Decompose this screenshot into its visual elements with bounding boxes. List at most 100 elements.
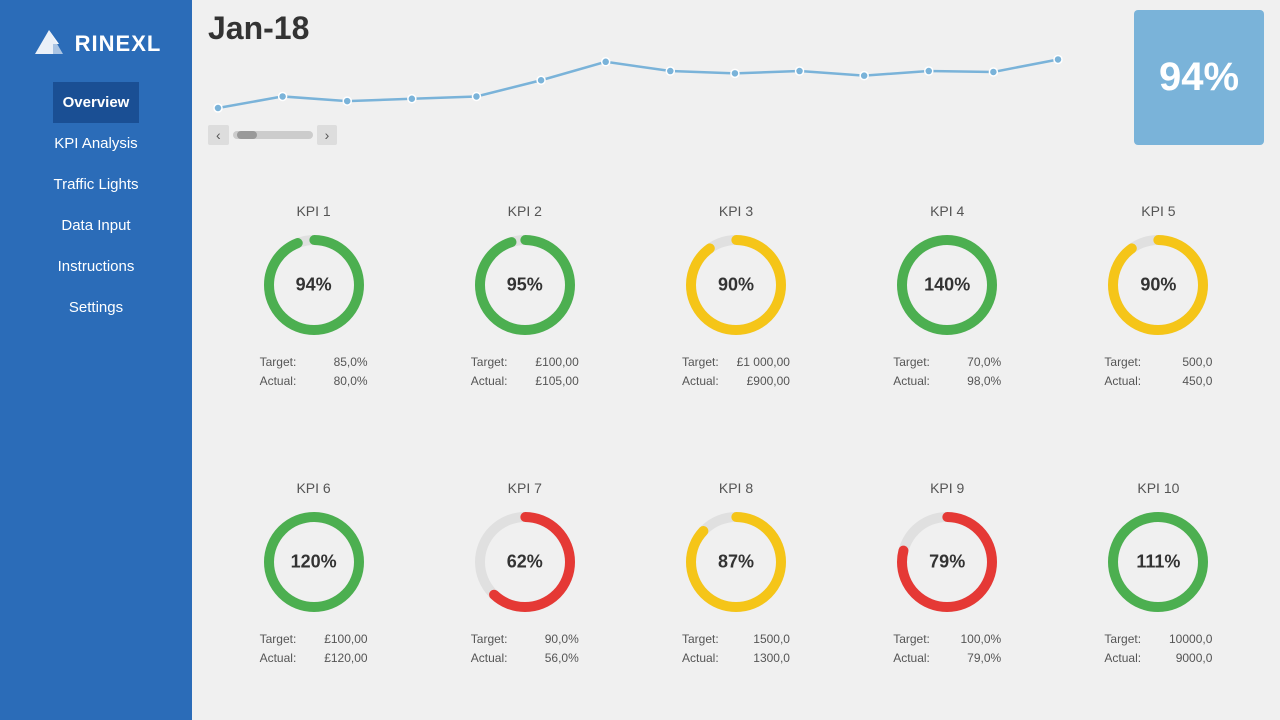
actual-label: Actual: [471, 649, 519, 668]
donut-kpi8: 87% [676, 502, 796, 622]
kpi-stats-kpi5: Target:500,0 Actual:450,0 [1104, 353, 1212, 391]
kpi-card-kpi1: KPI 1 94% Target:85,0% Actual:80,0% [208, 159, 419, 436]
kpi-title-kpi4: KPI 4 [930, 203, 964, 219]
slider-track[interactable] [233, 131, 313, 139]
kpi-stats-kpi8: Target:1500,0 Actual:1300,0 [682, 630, 790, 668]
target-value: 100,0% [941, 630, 1001, 649]
actual-label: Actual: [471, 372, 519, 391]
target-label: Target: [682, 353, 730, 372]
target-label: Target: [471, 353, 519, 372]
kpi-title-kpi2: KPI 2 [508, 203, 542, 219]
kpi-stats-kpi1: Target:85,0% Actual:80,0% [260, 353, 368, 391]
donut-kpi5: 90% [1098, 225, 1218, 345]
actual-value: £105,00 [519, 372, 579, 391]
overall-percent-box: 94% [1134, 10, 1264, 145]
target-value: 10000,0 [1152, 630, 1212, 649]
target-value: 90,0% [519, 630, 579, 649]
donut-kpi6: 120% [254, 502, 374, 622]
actual-value: 9000,0 [1152, 649, 1212, 668]
prev-button[interactable]: ‹ [208, 125, 229, 145]
donut-kpi4: 140% [887, 225, 1007, 345]
actual-value: 1300,0 [730, 649, 790, 668]
month-title: Jan-18 [208, 10, 1118, 47]
sidebar-item-traffic-lights[interactable]: Traffic Lights [53, 164, 138, 205]
donut-label-kpi10: 111% [1136, 551, 1180, 572]
target-value: £100,00 [308, 630, 368, 649]
sidebar-item-data-input[interactable]: Data Input [53, 205, 138, 246]
kpi-stats-kpi2: Target:£100,00 Actual:£105,00 [471, 353, 579, 391]
kpi-card-kpi8: KPI 887%Target:1500,0 Actual:1300,0 [630, 436, 841, 713]
donut-kpi3: 90% [676, 225, 796, 345]
target-value: £100,00 [519, 353, 579, 372]
next-button[interactable]: › [317, 125, 338, 145]
kpi-stats-kpi4: Target:70,0% Actual:98,0% [893, 353, 1001, 391]
target-value: 70,0% [941, 353, 1001, 372]
kpi-grid: KPI 194%Target:85,0% Actual:80,0%KPI 295… [192, 151, 1280, 720]
sidebar-item-instructions[interactable]: Instructions [53, 246, 138, 287]
line-chart-svg [208, 51, 1068, 116]
target-value: 1500,0 [730, 630, 790, 649]
kpi-card-kpi3: KPI 3 90% Target:£1 000,00 Actual:£900,00 [630, 159, 841, 436]
target-label: Target: [471, 630, 519, 649]
actual-label: Actual: [682, 372, 730, 391]
donut-label-kpi5: 90% [1140, 275, 1176, 296]
nav-items: OverviewKPI AnalysisTraffic LightsData I… [53, 82, 138, 328]
kpi-title-kpi5: KPI 5 [1141, 203, 1175, 219]
target-label: Target: [260, 353, 308, 372]
actual-label: Actual: [1104, 649, 1152, 668]
target-value: 85,0% [308, 353, 368, 372]
logo-area: RINEXL [21, 10, 172, 82]
overall-percent-label: 94% [1159, 55, 1239, 100]
target-label: Target: [893, 630, 941, 649]
kpi-stats-kpi6: Target:£100,00 Actual:£120,00 [260, 630, 368, 668]
logo-icon [31, 26, 67, 62]
sidebar: RINEXL OverviewKPI AnalysisTraffic Light… [0, 0, 192, 720]
kpi-card-kpi9: KPI 979%Target:100,0% Actual:79,0% [842, 436, 1053, 713]
target-label: Target: [1104, 630, 1152, 649]
kpi-title-kpi3: KPI 3 [719, 203, 753, 219]
donut-kpi9: 79% [887, 502, 1007, 622]
slider-thumb[interactable] [237, 131, 257, 139]
actual-label: Actual: [1104, 372, 1152, 391]
donut-kpi2: 95% [465, 225, 585, 345]
sidebar-item-settings[interactable]: Settings [53, 287, 138, 328]
target-value: 500,0 [1152, 353, 1212, 372]
kpi-card-kpi5: KPI 5 90% Target:500,0 Actual:450,0 [1053, 159, 1264, 436]
actual-value: 98,0% [941, 372, 1001, 391]
donut-label-kpi1: 94% [296, 275, 332, 296]
kpi-stats-kpi9: Target:100,0% Actual:79,0% [893, 630, 1001, 668]
target-value: £1 000,00 [730, 353, 790, 372]
kpi-stats-kpi7: Target:90,0% Actual:56,0% [471, 630, 579, 668]
kpi-card-kpi2: KPI 2 95% Target:£100,00 Actual:£105,00 [419, 159, 630, 436]
main-content: Jan-18 ‹ › 94% KPI 194%Target:85,0% Actu… [192, 0, 1280, 720]
donut-label-kpi2: 95% [507, 275, 543, 296]
kpi-card-kpi6: KPI 6 120% Target:£100,00 Actual:£120,00 [208, 436, 419, 713]
donut-kpi1: 94% [254, 225, 374, 345]
donut-label-kpi7: 62% [507, 551, 543, 572]
kpi-title-kpi1: KPI 1 [296, 203, 330, 219]
sidebar-item-overview[interactable]: Overview [53, 82, 138, 123]
donut-label-kpi3: 90% [718, 275, 754, 296]
kpi-card-kpi4: KPI 4 140% Target:70,0% Actual:98,0% [842, 159, 1053, 436]
header-left: Jan-18 ‹ › [208, 10, 1118, 145]
target-label: Target: [893, 353, 941, 372]
actual-value: 80,0% [308, 372, 368, 391]
actual-label: Actual: [682, 649, 730, 668]
actual-value: £120,00 [308, 649, 368, 668]
logo-text: RINEXL [75, 31, 162, 57]
sidebar-item-kpi-analysis[interactable]: KPI Analysis [53, 123, 138, 164]
header: Jan-18 ‹ › 94% [192, 0, 1280, 151]
kpi-title-kpi7: KPI 7 [508, 480, 542, 496]
donut-label-kpi8: 87% [718, 551, 754, 572]
actual-label: Actual: [260, 372, 308, 391]
nav-controls[interactable]: ‹ › [208, 125, 1118, 145]
target-label: Target: [682, 630, 730, 649]
kpi-stats-kpi10: Target:10000,0 Actual:9000,0 [1104, 630, 1212, 668]
target-label: Target: [260, 630, 308, 649]
kpi-title-kpi6: KPI 6 [296, 480, 330, 496]
kpi-stats-kpi3: Target:£1 000,00 Actual:£900,00 [682, 353, 790, 391]
actual-value: 79,0% [941, 649, 1001, 668]
kpi-card-kpi10: KPI 10111%Target:10000,0 Actual:9000,0 [1053, 436, 1264, 713]
actual-label: Actual: [260, 649, 308, 668]
trend-chart [208, 51, 1118, 121]
